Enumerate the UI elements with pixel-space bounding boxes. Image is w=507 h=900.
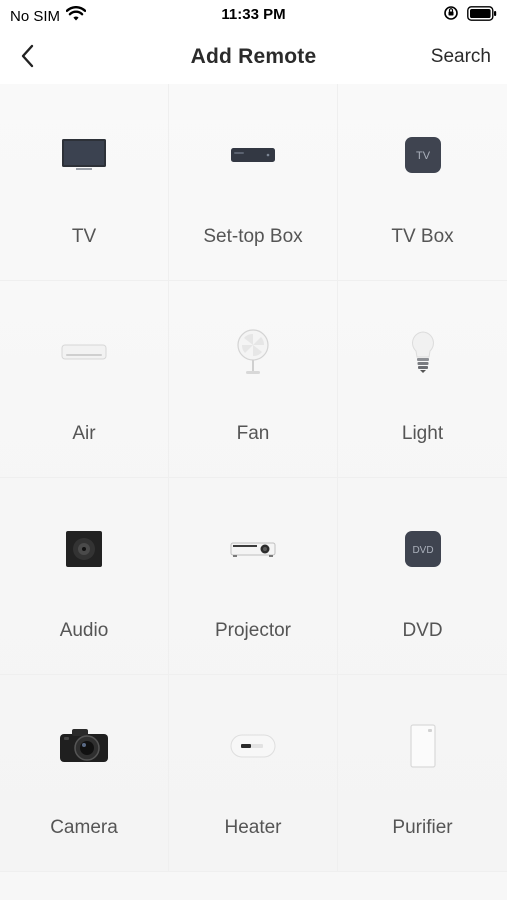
search-button[interactable]: Search bbox=[431, 46, 491, 68]
device-tile-dvd[interactable]: DVD DVD bbox=[338, 478, 507, 675]
chevron-left-icon bbox=[20, 44, 36, 73]
light-bulb-icon bbox=[393, 327, 453, 377]
device-label: Heater bbox=[224, 817, 282, 838]
orientation-lock-icon bbox=[443, 5, 459, 25]
page-title: Add Remote bbox=[190, 45, 317, 68]
device-label: Purifier bbox=[392, 817, 453, 838]
device-label: Set-top Box bbox=[203, 226, 303, 247]
device-tile-camera[interactable]: Camera bbox=[0, 675, 169, 872]
status-left: No SIM bbox=[10, 6, 87, 26]
fan-icon bbox=[223, 327, 283, 377]
device-grid: TV Set-top Box TV TV Box Air Fan Light A… bbox=[0, 84, 507, 872]
device-tile-set-top-box[interactable]: Set-top Box bbox=[169, 84, 338, 281]
device-tile-fan[interactable]: Fan bbox=[169, 281, 338, 478]
device-label: Fan bbox=[236, 423, 270, 444]
device-label: Camera bbox=[50, 817, 118, 838]
purifier-icon bbox=[393, 721, 453, 771]
device-label: Projector bbox=[214, 620, 292, 641]
device-label: TV bbox=[71, 226, 97, 247]
device-tile-light[interactable]: Light bbox=[338, 281, 507, 478]
speaker-icon bbox=[54, 524, 114, 574]
device-label: Audio bbox=[59, 620, 109, 641]
tv-box-badge: TV bbox=[415, 150, 430, 162]
set-top-box-icon bbox=[223, 130, 283, 180]
status-time: 11:33 PM bbox=[221, 6, 286, 23]
tv-box-icon: TV bbox=[393, 130, 453, 180]
tv-icon bbox=[54, 130, 114, 180]
device-label: Air bbox=[72, 423, 96, 444]
device-tile-heater[interactable]: Heater bbox=[169, 675, 338, 872]
device-label: TV Box bbox=[391, 226, 454, 247]
device-label: DVD bbox=[402, 620, 443, 641]
status-bar: No SIM 11:33 PM bbox=[0, 0, 507, 32]
dvd-badge: DVD bbox=[412, 545, 433, 556]
air-conditioner-icon bbox=[54, 327, 114, 377]
battery-icon bbox=[467, 5, 497, 25]
device-tile-tv-box[interactable]: TV TV Box bbox=[338, 84, 507, 281]
device-label: Light bbox=[401, 423, 444, 444]
device-tile-air[interactable]: Air bbox=[0, 281, 169, 478]
device-tile-projector[interactable]: Projector bbox=[169, 478, 338, 675]
back-button[interactable] bbox=[14, 44, 42, 72]
device-tile-tv[interactable]: TV bbox=[0, 84, 169, 281]
device-tile-audio[interactable]: Audio bbox=[0, 478, 169, 675]
device-tile-purifier[interactable]: Purifier bbox=[338, 675, 507, 872]
wifi-icon bbox=[65, 6, 87, 26]
carrier-label: No SIM bbox=[10, 7, 61, 25]
status-right bbox=[443, 5, 497, 25]
projector-icon bbox=[223, 524, 283, 574]
dvd-icon: DVD bbox=[393, 524, 453, 574]
heater-icon bbox=[223, 721, 283, 771]
camera-icon bbox=[54, 721, 114, 771]
nav-bar: Add Remote Search bbox=[0, 32, 507, 84]
